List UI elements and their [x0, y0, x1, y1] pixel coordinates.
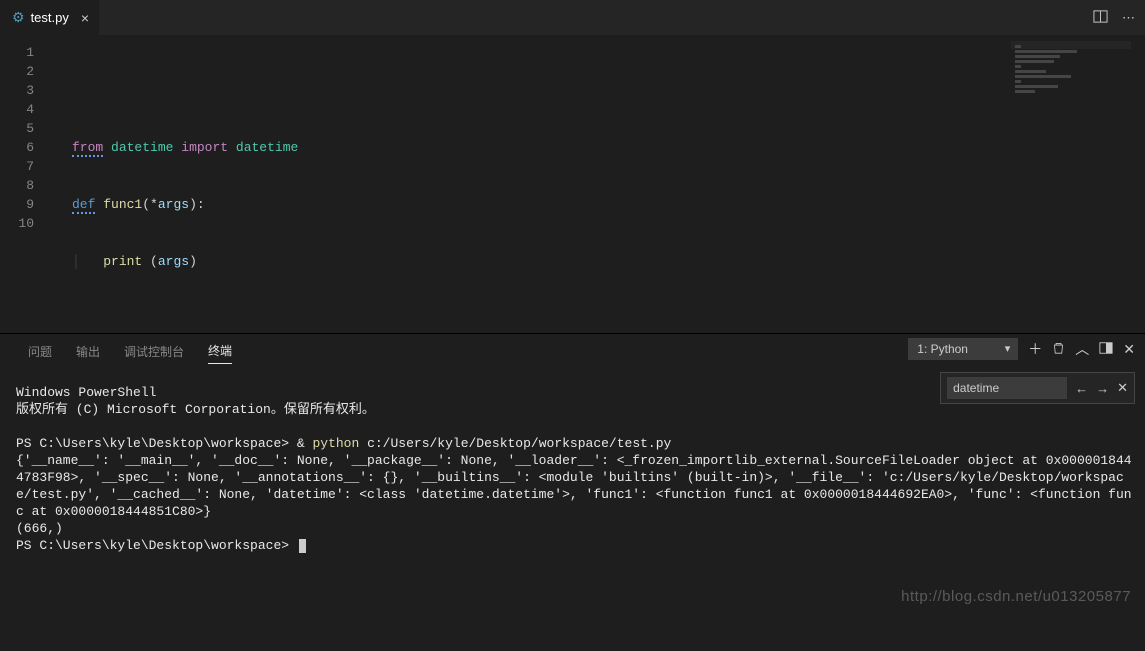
code-line — [52, 309, 1145, 328]
search-prev-icon[interactable]: ← — [1075, 381, 1088, 396]
line-number: 8 — [0, 176, 52, 195]
editor[interactable]: 1 2 3 4 5 6 7 8 9 10 from datetime impor… — [0, 35, 1145, 333]
terminal-line: (666,) — [16, 521, 63, 536]
line-number: 3 — [0, 81, 52, 100]
line-number: 10 — [0, 214, 52, 233]
tab-test-py[interactable]: ⚙ test.py × — [0, 0, 100, 35]
line-number: 9 — [0, 195, 52, 214]
kill-terminal-button[interactable] — [1052, 340, 1065, 358]
code-area[interactable]: from datetime import datetime def func1(… — [52, 35, 1145, 333]
terminal-prompt: PS C:\Users\kyle\Desktop\workspace> — [16, 538, 297, 553]
terminal-selector-wrap: 1: Python — [908, 338, 1018, 360]
new-terminal-button[interactable]: ＋ — [1028, 339, 1042, 359]
terminal-search: ← → ✕ — [940, 372, 1135, 404]
panel-tab-terminal[interactable]: 终端 — [208, 342, 232, 364]
minimap[interactable] — [1011, 41, 1131, 121]
python-file-icon: ⚙ — [12, 9, 25, 26]
line-number: 5 — [0, 119, 52, 138]
editor-tabbar: ⚙ test.py × ⋯ — [0, 0, 1145, 35]
panel-tab-problems[interactable]: 问题 — [28, 343, 52, 360]
panel-split-button[interactable] — [1099, 341, 1113, 358]
code-line — [52, 81, 1145, 100]
line-number: 7 — [0, 157, 52, 176]
panel-close-button[interactable]: ✕ — [1123, 341, 1135, 358]
terminal-text: c:/Users/kyle/Desktop/workspace/test.py — [359, 436, 671, 451]
terminal-command: python — [312, 436, 359, 451]
terminal-line: {'__name__': '__main__', '__doc__': None… — [16, 453, 1132, 519]
split-editor-icon[interactable] — [1093, 9, 1108, 27]
terminal-cursor — [299, 539, 306, 553]
bottom-panel: 问题 输出 调试控制台 终端 1: Python ＋ ︿ ✕ ← → ✕ Win… — [0, 333, 1145, 615]
terminal-line: Windows PowerShell — [16, 385, 156, 400]
line-number: 2 — [0, 62, 52, 81]
tab-filename: test.py — [31, 10, 69, 25]
search-close-icon[interactable]: ✕ — [1117, 380, 1128, 396]
code-line: def func1(*args): — [52, 195, 1145, 214]
terminal-selector[interactable]: 1: Python — [908, 338, 1018, 360]
panel-actions: 1: Python ＋ ︿ ✕ — [908, 338, 1135, 360]
line-number: 6 — [0, 138, 52, 157]
panel-tab-debug-console[interactable]: 调试控制台 — [124, 343, 184, 360]
terminal-text: & — [297, 436, 313, 451]
tabbar-left: ⚙ test.py × — [0, 0, 100, 35]
search-next-icon[interactable]: → — [1096, 381, 1109, 396]
line-number-gutter: 1 2 3 4 5 6 7 8 9 10 — [0, 35, 52, 333]
terminal-prompt: PS C:\Users\kyle\Desktop\workspace> — [16, 436, 297, 451]
more-icon[interactable]: ⋯ — [1122, 10, 1135, 26]
line-number: 1 — [0, 43, 52, 62]
terminal-output[interactable]: Windows PowerShell 版权所有 (C) Microsoft Co… — [0, 368, 1145, 615]
line-number: 4 — [0, 100, 52, 119]
code-line: from datetime import datetime — [52, 138, 1145, 157]
terminal-line: 版权所有 (C) Microsoft Corporation。保留所有权利。 — [16, 402, 375, 417]
close-tab-icon[interactable]: × — [81, 10, 89, 26]
code-line: │ print (args) — [52, 252, 1145, 271]
panel-maximize-button[interactable]: ︿ — [1075, 339, 1089, 359]
tabbar-actions: ⋯ — [1093, 0, 1145, 35]
panel-tab-output[interactable]: 输出 — [76, 343, 100, 360]
watermark: http://blog.csdn.net/u013205877 — [901, 588, 1131, 605]
terminal-search-input[interactable] — [947, 377, 1067, 399]
